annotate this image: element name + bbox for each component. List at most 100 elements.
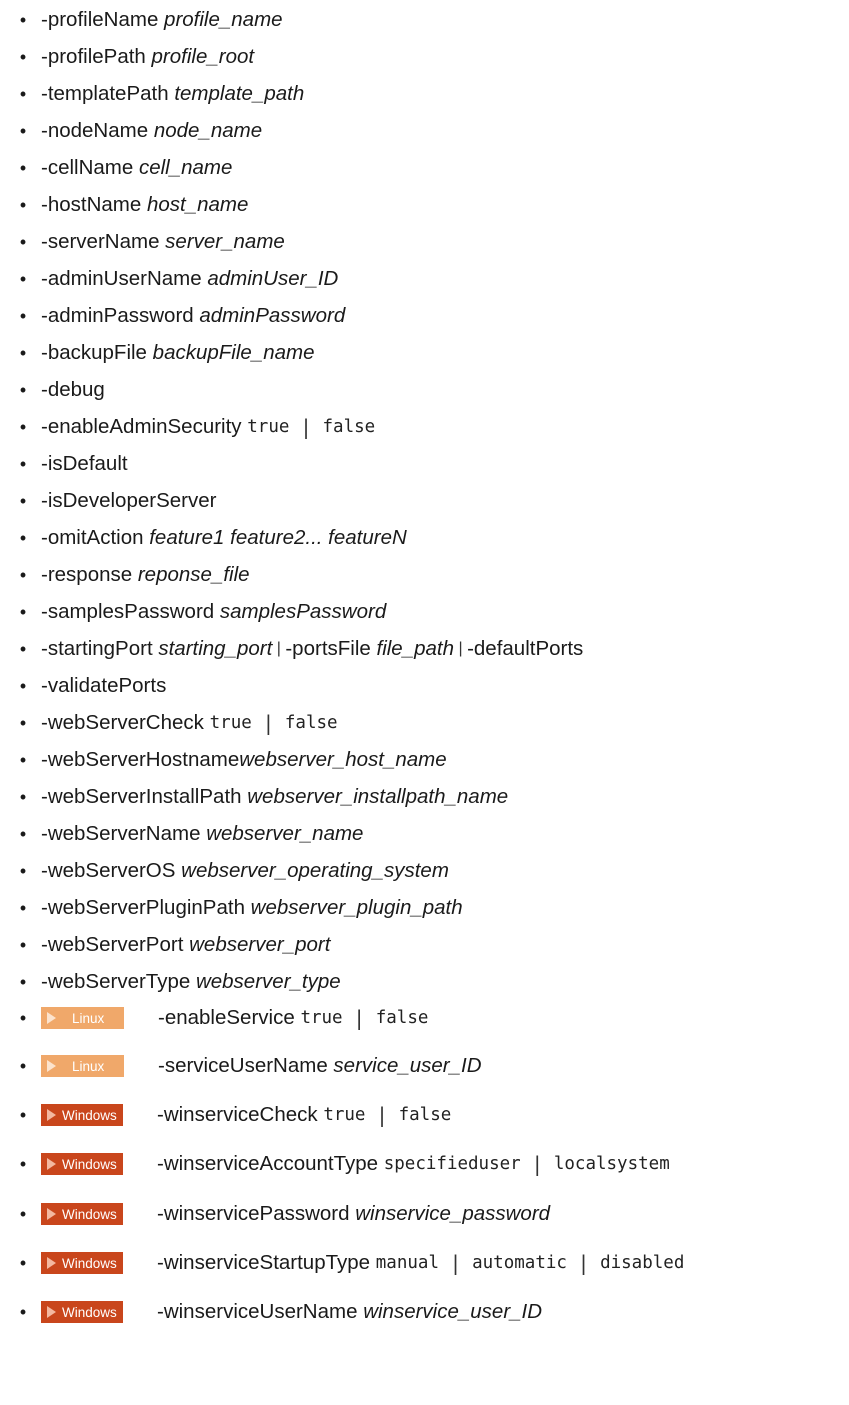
item-content: Windows -winserviceUserName winservice_us… — [41, 1300, 542, 1324]
parameter-value: template_path — [174, 82, 305, 105]
item-content: -debug — [41, 378, 105, 402]
bullet: • — [19, 1252, 27, 1273]
list-item: • -webServerType webserver_type — [0, 964, 849, 1000]
parameter-name: -response — [41, 563, 138, 586]
parameter-value: reponse_file — [137, 563, 250, 586]
platform-label: Windows — [62, 1255, 117, 1271]
option-value: true — [323, 1105, 377, 1125]
list-item: • -backupFile backupFile_name — [0, 335, 849, 371]
parameter-value: winservice_user_ID — [363, 1300, 543, 1323]
windows-platform-badge: Windows — [41, 1153, 123, 1175]
parameter-value: starting_port — [158, 637, 273, 660]
list-item: • -response reponse_file — [0, 557, 849, 593]
arrow-right-icon — [47, 1060, 56, 1072]
bullet: • — [19, 1203, 27, 1224]
parameter-name: -startingPort — [41, 637, 159, 660]
item-content: -isDeveloperServer — [41, 489, 216, 513]
parameter-name: -templatePath — [41, 82, 175, 105]
bullet: • — [19, 379, 27, 400]
bullet: • — [19, 490, 27, 511]
separator: | — [272, 640, 286, 657]
bullet: • — [19, 638, 27, 659]
separator: | — [577, 1251, 590, 1275]
option-value: true — [247, 417, 300, 437]
parameter-name: -profileName — [41, 8, 165, 31]
parameter-name: -cellName — [41, 156, 139, 179]
item-content: -adminPassword adminPassword — [41, 304, 345, 328]
item-content: -adminUserName adminUser_ID — [41, 267, 338, 291]
platform-label: Windows — [62, 1304, 117, 1320]
parameter-name: -omitAction — [41, 526, 150, 549]
parameter-name: -samplesPassword — [41, 600, 220, 623]
item-content: -profilePath profile_root — [41, 45, 254, 69]
arrow-right-icon — [47, 1109, 56, 1121]
parameter-name: -webServerHostname — [41, 748, 240, 771]
item-content: Linux -enableService true | false — [41, 1006, 428, 1030]
list-item: • -profileName profile_name — [0, 2, 849, 38]
parameter-name: -webServerInstallPath — [41, 785, 248, 808]
list-item: • -webServerInstallPath webserver_install… — [0, 779, 849, 815]
list-item: • -webServerHostname webserver_host_name — [0, 742, 849, 778]
list-item: • -validatePorts — [0, 668, 849, 704]
parameter-value: samplesPassword — [219, 600, 387, 623]
bullet: • — [19, 897, 27, 918]
bullet: • — [19, 749, 27, 770]
parameter-value: webserver_port — [189, 933, 331, 956]
item-content: -profileName profile_name — [41, 8, 283, 32]
parameter-name: -webServerOS — [41, 859, 182, 882]
bullet: • — [19, 453, 27, 474]
parameter-name: -winserviceCheck — [157, 1103, 324, 1126]
item-content: -startingPort starting_port | -portsFile… — [41, 637, 583, 661]
list-item: • -adminPassword adminPassword — [0, 298, 849, 334]
option-value: disabled — [589, 1253, 685, 1273]
option-value: false — [311, 417, 376, 437]
item-content: -webServerName webserver_name — [41, 822, 363, 846]
linux-platform-badge: Linux — [41, 1055, 124, 1077]
list-item: • -cellName cell_name — [0, 150, 849, 186]
parameter-value: host_name — [146, 193, 249, 216]
parameter-name: -enableService — [158, 1006, 301, 1029]
parameter-name: -winservicePassword — [157, 1202, 356, 1225]
parameter-name: -debug — [41, 378, 105, 401]
list-item: • -webServerOS webserver_operating_system — [0, 853, 849, 889]
separator: | — [353, 1006, 366, 1030]
list-item: • -enableAdminSecurity true | false — [0, 409, 849, 445]
item-content: -webServerCheck true | false — [41, 711, 338, 735]
windows-platform-badge: Windows — [41, 1203, 123, 1225]
item-content: Windows -winserviceAccountType specifiedu… — [41, 1152, 670, 1176]
item-content: -cellName cell_name — [41, 156, 232, 180]
list-item: • -samplesPassword samplesPassword — [0, 594, 849, 630]
list-item: • Windows -winserviceCheck true | false — [0, 1097, 849, 1133]
parameter-name: -webServerName — [41, 822, 207, 845]
separator: | — [449, 1251, 462, 1275]
list-item: • -hostName host_name — [0, 187, 849, 223]
parameter-name: -webServerCheck — [41, 711, 210, 734]
bullet: • — [19, 231, 27, 252]
bullet: • — [19, 527, 27, 548]
item-content: -webServerOS webserver_operating_system — [41, 859, 449, 883]
parameter-value: webserver_name — [206, 822, 364, 845]
platform-label: Linux — [72, 1010, 105, 1026]
list-item: • Windows -winservicePassword winservice_p… — [0, 1196, 849, 1232]
option-value: automatic — [461, 1253, 578, 1273]
parameter-name: -adminPassword — [41, 304, 200, 327]
parameter-value: webserver_host_name — [239, 748, 447, 771]
parameter-value: cell_name — [138, 156, 233, 179]
parameter-value: profile_root — [151, 45, 255, 68]
windows-platform-badge: Windows — [41, 1104, 123, 1126]
item-content: Windows -winserviceStartupType manual | a… — [41, 1251, 684, 1275]
bullet: • — [19, 675, 27, 696]
parameter-value: backupFile_name — [152, 341, 315, 364]
item-content: -isDefault — [41, 452, 128, 476]
bullet: • — [19, 971, 27, 992]
bullet: • — [19, 157, 27, 178]
parameter-name: -profilePath — [41, 45, 152, 68]
option-value: manual — [375, 1253, 450, 1273]
item-content: -nodeName node_name — [41, 119, 262, 143]
parameter-name: -webServerPort — [41, 933, 190, 956]
item-content: -response reponse_file — [41, 563, 250, 587]
item-content: -webServerPluginPath webserver_plugin_pa… — [41, 896, 463, 920]
list-item: • -webServerName webserver_name — [0, 816, 849, 852]
item-content: -samplesPassword samplesPassword — [41, 600, 386, 624]
bullet: • — [19, 194, 27, 215]
